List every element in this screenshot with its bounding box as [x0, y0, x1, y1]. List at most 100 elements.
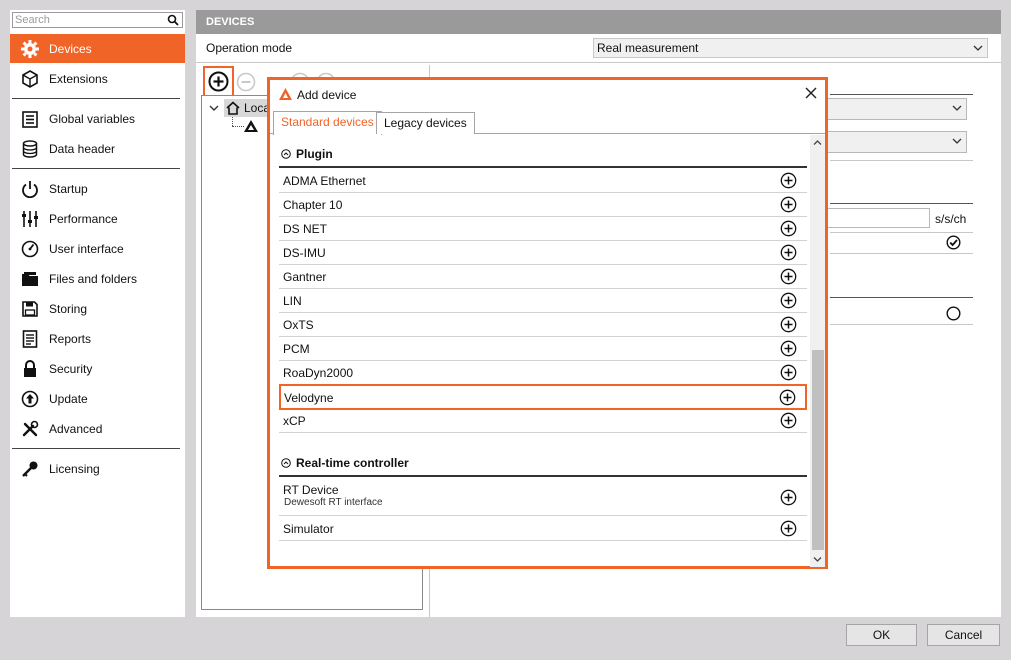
variables-icon	[20, 109, 40, 129]
sidebar-item-data-header[interactable]: Data header	[10, 134, 185, 163]
scroll-up-icon[interactable]	[813, 139, 822, 146]
group-divider	[279, 166, 807, 168]
device-description: Dewesoft RT interface	[284, 497, 383, 508]
sidebar-item-storing[interactable]: Storing	[10, 294, 185, 323]
radio-icon[interactable]	[946, 306, 961, 321]
scroll-down-icon[interactable]	[813, 556, 822, 563]
unit-label: s/s/ch	[935, 212, 967, 226]
operation-mode-select[interactable]: Real measurement	[593, 38, 988, 58]
sidebar-item-advanced[interactable]: Advanced	[10, 414, 185, 443]
sidebar-item-licensing[interactable]: Licensing	[10, 454, 185, 483]
search-input[interactable]: Search	[12, 12, 183, 28]
divider	[830, 94, 973, 95]
plus-circle-icon[interactable]	[780, 412, 797, 429]
tree-connector	[232, 117, 233, 126]
plus-circle-icon[interactable]	[779, 389, 796, 406]
list-item-velodyne[interactable]: Velodyne	[279, 384, 807, 410]
plus-circle-icon[interactable]	[780, 489, 797, 506]
sidebar-item-user-interface[interactable]: User interface	[10, 234, 185, 263]
sidebar-item-performance[interactable]: Performance	[10, 204, 185, 233]
add-device-toolbar-button[interactable]	[203, 66, 234, 97]
home-icon	[226, 101, 240, 115]
scrollbar-thumb[interactable]	[812, 350, 824, 550]
list-item[interactable]: OxTS	[279, 313, 807, 337]
device-name: RoaDyn2000	[283, 366, 354, 380]
list-item[interactable]: Chapter 10	[279, 193, 807, 217]
device-name: OxTS	[283, 318, 314, 332]
chevron-down-icon[interactable]	[209, 103, 219, 113]
list-item[interactable]: PCM	[279, 337, 807, 361]
operation-mode-value: Real measurement	[597, 41, 699, 55]
remove-device-button[interactable]	[236, 72, 256, 95]
tab-standard-devices[interactable]: Standard devices	[273, 111, 382, 135]
sidebar-item-label: Reports	[49, 331, 92, 346]
device-name: Gantner	[283, 270, 327, 284]
plus-circle-icon[interactable]	[780, 316, 797, 333]
background-select[interactable]	[816, 131, 967, 153]
dewesoft-logo-icon	[279, 88, 292, 100]
sidebar-item-label: Devices	[49, 41, 92, 56]
tab-legacy-devices[interactable]: Legacy devices	[376, 112, 475, 134]
divider	[830, 203, 973, 204]
sidebar-item-startup[interactable]: Startup	[10, 174, 185, 203]
plus-circle-icon[interactable]	[780, 268, 797, 285]
sidebar-item-reports[interactable]: Reports	[10, 324, 185, 353]
sample-rate-input[interactable]	[816, 208, 930, 228]
plus-circle-icon[interactable]	[780, 520, 797, 537]
plus-circle-icon[interactable]	[780, 244, 797, 261]
sidebar-item-devices[interactable]: Devices	[10, 34, 185, 63]
group-header-plugin[interactable]: Plugin	[281, 147, 333, 161]
ok-button[interactable]: OK	[846, 624, 917, 646]
device-logo-icon	[244, 120, 258, 132]
plus-circle-icon[interactable]	[780, 172, 797, 189]
lock-icon	[20, 359, 40, 379]
divider	[830, 253, 973, 254]
list-item[interactable]: RT Device Dewesoft RT interface	[279, 478, 807, 516]
list-item[interactable]: Gantner	[279, 265, 807, 289]
list-item[interactable]: LIN	[279, 289, 807, 313]
plus-circle-icon[interactable]	[780, 196, 797, 213]
sidebar-item-label: Files and folders	[49, 271, 138, 286]
divider	[830, 232, 973, 233]
dialog-title: Add device	[297, 88, 357, 102]
plus-circle-icon[interactable]	[780, 220, 797, 237]
sidebar-item-extensions[interactable]: Extensions	[10, 64, 185, 93]
sidebar-item-label: Update	[49, 391, 88, 406]
list-item[interactable]: DS NET	[279, 217, 807, 241]
close-icon[interactable]	[804, 86, 818, 100]
cancel-button[interactable]: Cancel	[927, 624, 1000, 646]
sidebar-item-files-and-folders[interactable]: Files and folders	[10, 264, 185, 293]
device-name: Velodyne	[284, 391, 334, 405]
device-name: DS-IMU	[283, 246, 326, 260]
plus-circle-icon[interactable]	[780, 364, 797, 381]
add-device-dialog: Add device Standard devices Legacy devic…	[267, 77, 828, 569]
vertical-scrollbar[interactable]	[810, 135, 825, 567]
sidebar-item-global-variables[interactable]: Global variables	[10, 104, 185, 133]
power-icon	[20, 179, 40, 199]
check-circle-icon[interactable]	[946, 235, 961, 250]
divider	[830, 160, 973, 161]
collapse-icon	[281, 149, 291, 159]
plus-circle-icon[interactable]	[780, 340, 797, 357]
sidebar-item-label: Global variables	[49, 111, 136, 126]
operation-mode-label: Operation mode	[206, 41, 293, 55]
list-item[interactable]: RoaDyn2000	[279, 361, 807, 385]
list-item[interactable]: Simulator	[279, 517, 807, 541]
group-header-real-time-controller[interactable]: Real-time controller	[281, 456, 409, 470]
list-item[interactable]: ADMA Ethernet	[279, 169, 807, 193]
device-name: Chapter 10	[283, 198, 343, 212]
list-item[interactable]: xCP	[279, 409, 807, 433]
search-icon[interactable]	[167, 14, 179, 26]
device-name: PCM	[283, 342, 310, 356]
background-select[interactable]	[816, 98, 967, 120]
plus-circle-icon[interactable]	[780, 292, 797, 309]
chevron-down-icon	[973, 45, 983, 51]
divider	[830, 297, 973, 298]
sidebar-item-security[interactable]: Security	[10, 354, 185, 383]
collapse-icon	[281, 458, 291, 468]
sidebar-item-update[interactable]: Update	[10, 384, 185, 413]
divider	[830, 324, 973, 325]
sidebar-item-label: Extensions	[49, 71, 108, 86]
list-item[interactable]: DS-IMU	[279, 241, 807, 265]
key-icon	[20, 459, 40, 479]
